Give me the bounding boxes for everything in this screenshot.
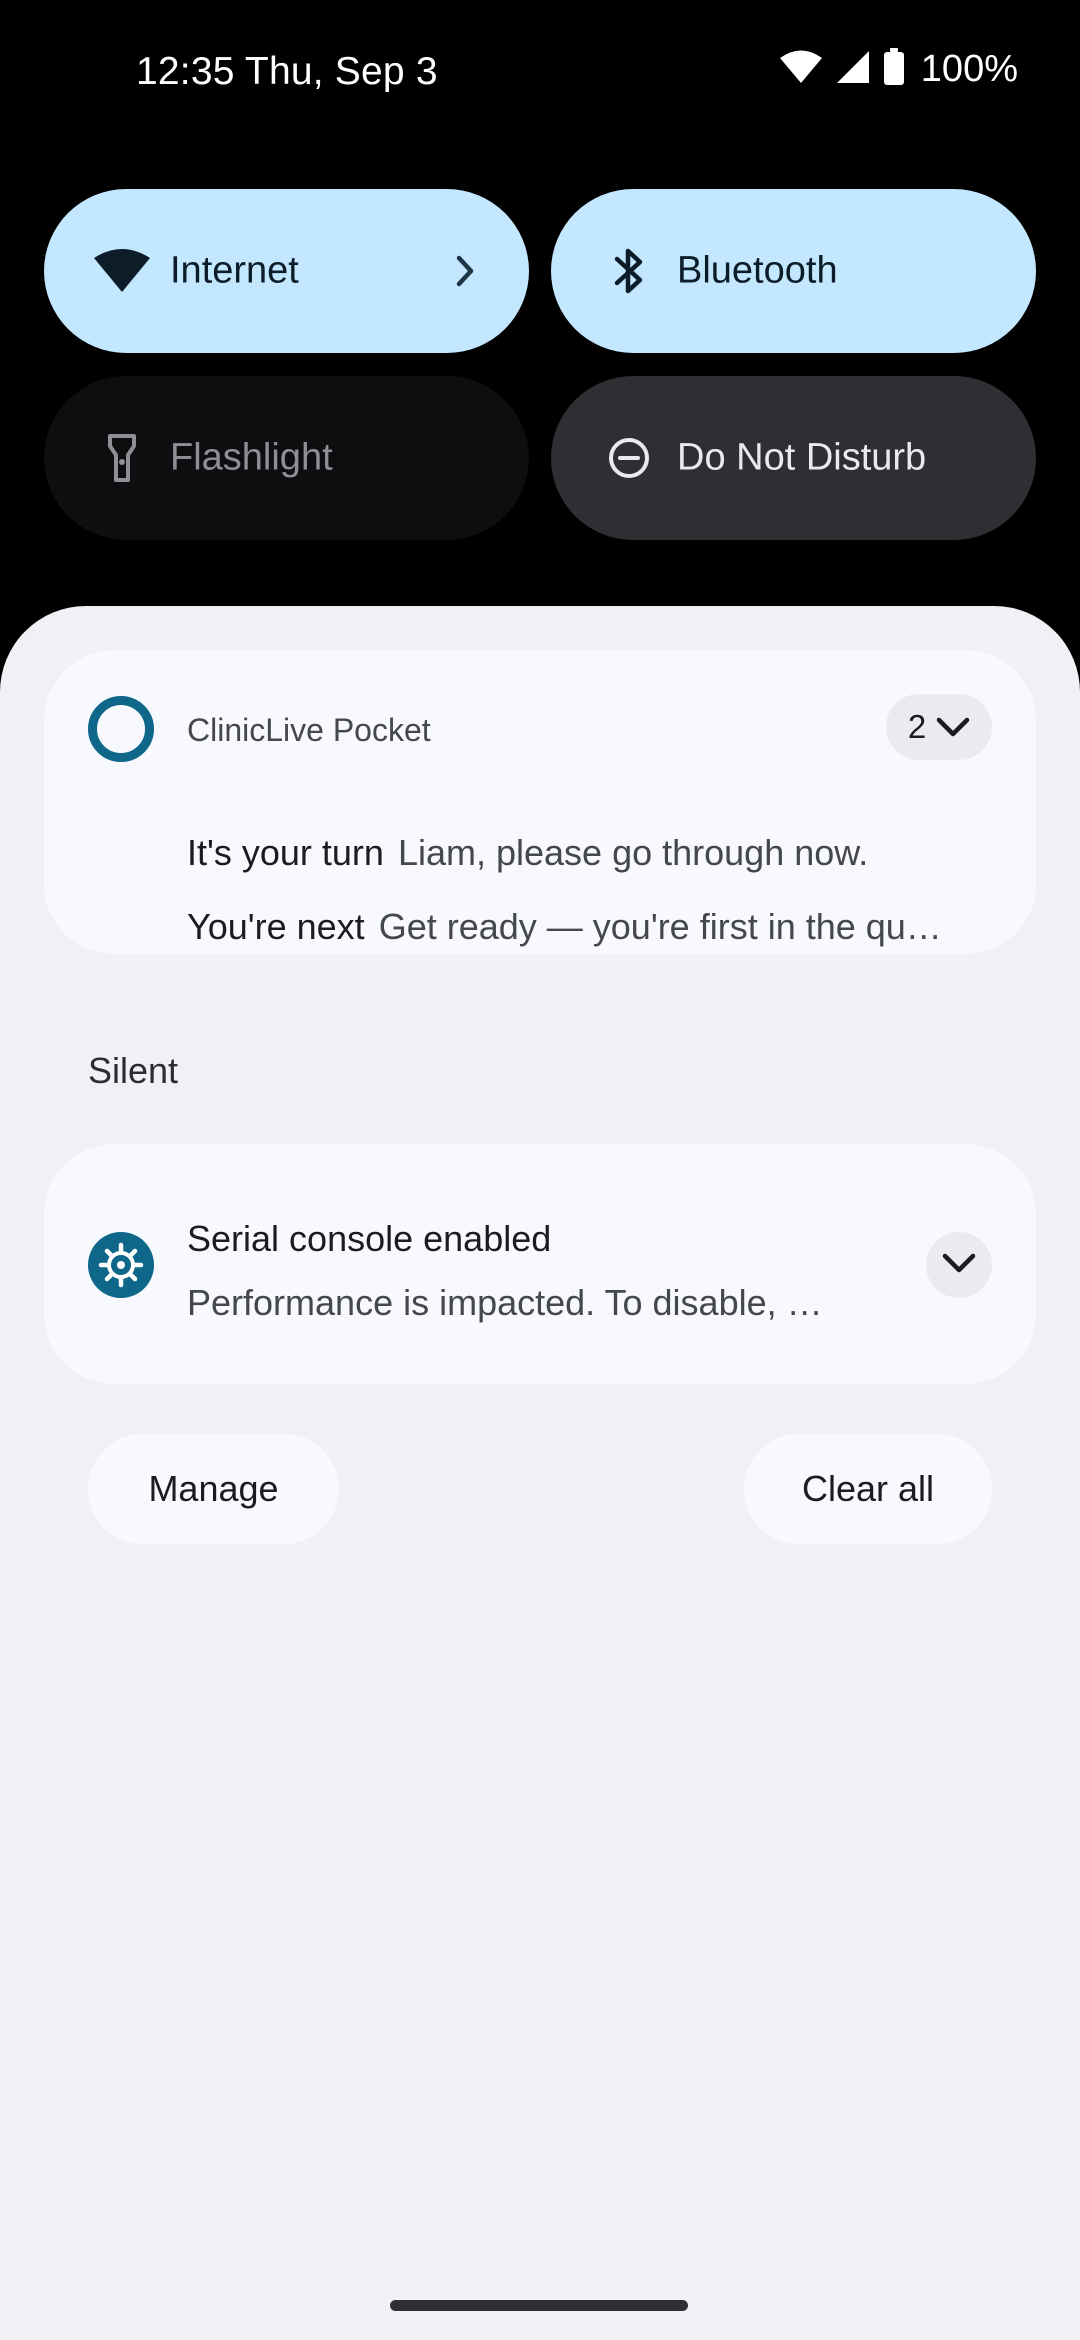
- notification-serial-console[interactable]: Serial console enabled Performance is im…: [44, 1144, 1036, 1384]
- chevron-down-icon: [936, 708, 970, 746]
- tile-do-not-disturb[interactable]: Do Not Disturb: [551, 376, 1036, 540]
- wifi-icon: [92, 241, 152, 301]
- signal-icon: [835, 49, 871, 90]
- message-row: You're next Get ready — you're first in t…: [187, 906, 987, 948]
- do-not-disturb-icon: [599, 428, 659, 488]
- notification-count: 2: [907, 708, 927, 745]
- tile-internet-label: Internet: [170, 249, 299, 292]
- status-icons: 100%: [779, 48, 1018, 91]
- bluetooth-icon: [599, 241, 659, 301]
- message-title: It's your turn: [187, 832, 384, 873]
- wifi-icon: [779, 49, 823, 90]
- battery-icon: [883, 48, 905, 91]
- tile-flashlight-label: Flashlight: [170, 436, 333, 479]
- notification-shade: ClinicLive Pocket 2 It's your turn Liam, …: [0, 606, 1080, 2340]
- clear-all-button[interactable]: Clear all: [744, 1434, 992, 1544]
- tile-flashlight[interactable]: Flashlight: [44, 376, 529, 540]
- battery-percent: 100%: [920, 48, 1018, 90]
- message-title: You're next: [187, 906, 365, 947]
- settings-gear-icon: [88, 1232, 154, 1298]
- silent-section-header: Silent: [88, 1050, 179, 1091]
- tile-bluetooth[interactable]: Bluetooth: [551, 189, 1036, 353]
- tile-bluetooth-label: Bluetooth: [677, 249, 838, 292]
- notification-title: Serial console enabled: [187, 1218, 552, 1259]
- app-icon: [88, 696, 154, 762]
- message-body: Get ready — you're first in the qu…: [378, 906, 942, 947]
- status-bar: 12:35 Thu, Sep 3 100%: [0, 0, 1080, 150]
- tile-internet[interactable]: Internet: [44, 189, 529, 353]
- app-name: ClinicLive Pocket: [187, 712, 431, 748]
- status-time-date: 12:35 Thu, Sep 3: [136, 50, 438, 93]
- expand-button[interactable]: [926, 1232, 992, 1298]
- notification-clinic-live[interactable]: ClinicLive Pocket 2 It's your turn Liam, …: [44, 650, 1036, 954]
- message-row: It's your turn Liam, please go through no…: [187, 832, 987, 874]
- flashlight-icon: [92, 428, 152, 488]
- home-indicator[interactable]: [390, 2300, 688, 2311]
- message-body: Liam, please go through now.: [397, 832, 869, 873]
- chevron-right-icon: [445, 251, 485, 291]
- tile-do-not-disturb-label: Do Not Disturb: [677, 436, 927, 479]
- chevron-down-icon: [942, 1252, 976, 1279]
- expand-group-button[interactable]: 2: [886, 694, 992, 760]
- notification-body: Performance is impacted. To disable, …: [187, 1282, 823, 1323]
- manage-button[interactable]: Manage: [88, 1434, 339, 1544]
